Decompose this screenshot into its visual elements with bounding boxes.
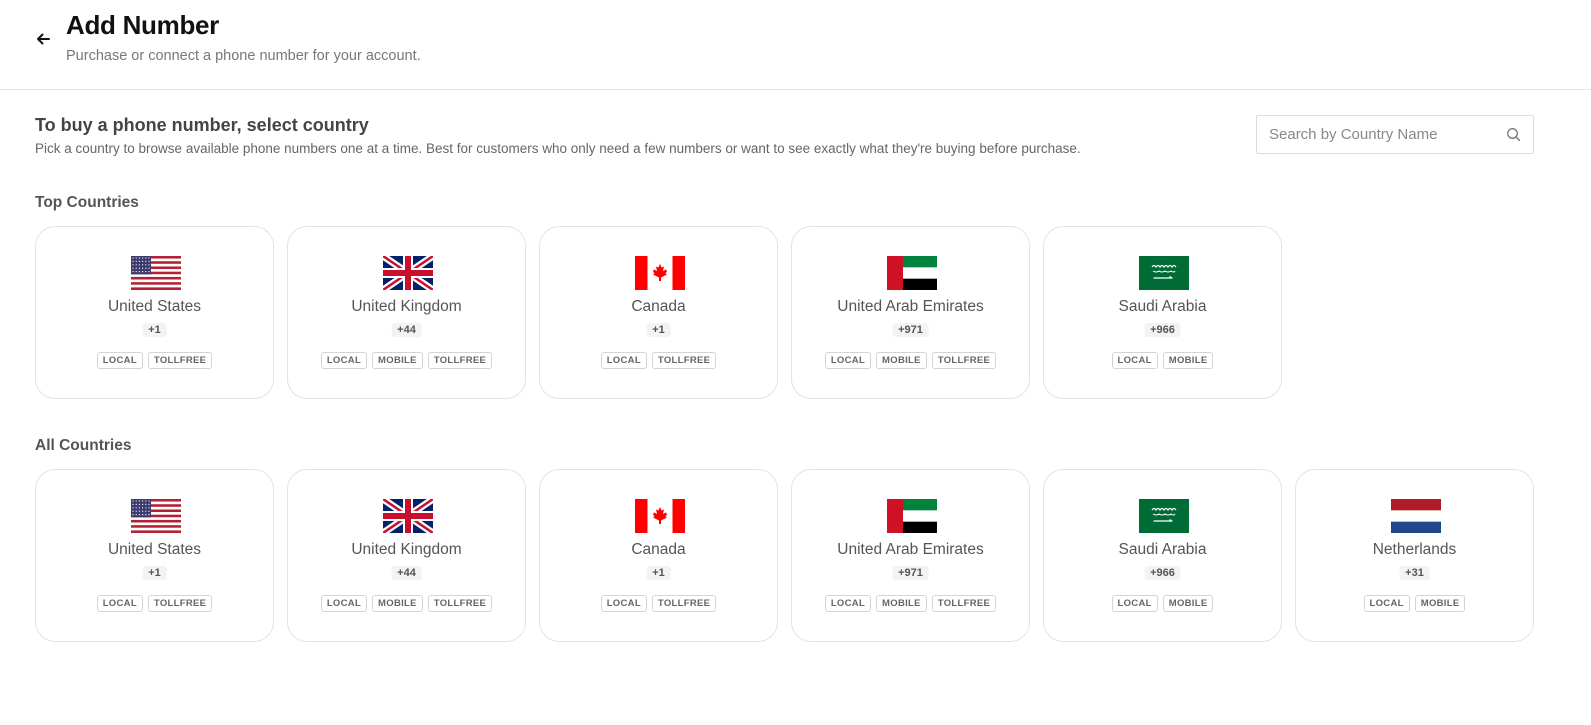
number-type-tags: LOCAL TOLLFREE xyxy=(540,595,777,612)
country-card[interactable]: United Arab Emirates +971 LOCAL MOBILE TOLLF… xyxy=(791,469,1030,642)
country-card[interactable]: Canada +1 LOCAL TOLLFREE xyxy=(539,226,778,399)
number-type-tags: LOCAL TOLLFREE xyxy=(36,352,273,369)
country-search-input[interactable] xyxy=(1269,116,1499,153)
number-type-tag: LOCAL xyxy=(96,352,143,369)
number-type-tags: LOCAL MOBILE TOLLFREE xyxy=(792,595,1029,612)
number-type-tag: MOBILE xyxy=(876,352,927,369)
country-name: Saudi Arabia xyxy=(1118,298,1207,315)
number-type-tag: MOBILE xyxy=(372,352,423,369)
dial-code-badge: +1 xyxy=(142,566,167,580)
search-icon[interactable] xyxy=(1506,127,1521,142)
number-type-tags: LOCAL MOBILE xyxy=(1044,595,1281,612)
country-search-box xyxy=(1256,115,1534,154)
number-type-tag: MOBILE xyxy=(1414,595,1466,612)
country-name: United Arab Emirates xyxy=(837,541,984,558)
intro-title: To buy a phone number, select country xyxy=(35,115,369,135)
number-type-tags: LOCAL TOLLFREE xyxy=(36,595,273,612)
number-type-tag: TOLLFREE xyxy=(931,352,997,369)
number-type-tags: LOCAL MOBILE xyxy=(1044,352,1281,369)
country-card[interactable]: United Arab Emirates +971 LOCAL MOBILE TOLLF… xyxy=(791,226,1030,399)
canada-flag-icon xyxy=(635,256,685,290)
country-card[interactable]: United States +1 LOCAL TOLLFREE xyxy=(35,469,274,642)
number-type-tags: LOCAL MOBILE xyxy=(1296,595,1533,612)
country-name: United States xyxy=(107,298,202,315)
country-card[interactable]: Saudi Arabia +966 LOCAL MOBILE xyxy=(1043,469,1282,642)
number-type-tag: TOLLFREE xyxy=(427,595,493,612)
page-title: Add Number xyxy=(66,10,220,40)
page-header: Add Number Purchase or connect a phone n… xyxy=(0,0,1591,90)
number-type-tag: MOBILE xyxy=(372,595,423,612)
number-type-tags: LOCAL MOBILE TOLLFREE xyxy=(288,595,525,612)
top-countries-row: United States +1 LOCAL TOLLFREE United King… xyxy=(35,226,1555,400)
page-subtitle: Purchase or connect a phone number for y… xyxy=(66,48,421,64)
us-flag-icon xyxy=(131,499,181,533)
number-type-tag: LOCAL xyxy=(1111,352,1158,369)
country-card[interactable]: Saudi Arabia +966 LOCAL MOBILE xyxy=(1043,226,1282,399)
country-name: United States xyxy=(107,541,202,558)
number-type-tag: TOLLFREE xyxy=(651,352,717,369)
number-type-tag: TOLLFREE xyxy=(427,352,493,369)
uk-flag-icon xyxy=(383,499,433,533)
number-type-tag: MOBILE xyxy=(876,595,927,612)
country-name: United Kingdom xyxy=(351,541,462,558)
country-card[interactable]: Canada +1 LOCAL TOLLFREE xyxy=(539,469,778,642)
top-countries-title: Top Countries xyxy=(35,194,139,211)
country-name: Saudi Arabia xyxy=(1118,541,1207,558)
us-flag-icon xyxy=(131,256,181,290)
netherlands-flag-icon xyxy=(1391,499,1441,533)
number-type-tag: LOCAL xyxy=(824,595,872,612)
number-type-tag: LOCAL xyxy=(600,352,647,369)
country-name: Canada xyxy=(631,298,686,315)
number-type-tags: LOCAL MOBILE TOLLFREE xyxy=(792,352,1029,369)
all-countries-row: United States +1 LOCAL TOLLFREE United King… xyxy=(35,469,1555,643)
country-name: Canada xyxy=(631,541,686,558)
dial-code-badge: +1 xyxy=(646,566,671,580)
saudi-flag-icon xyxy=(1139,256,1189,290)
number-type-tag: MOBILE xyxy=(1162,595,1214,612)
canada-flag-icon xyxy=(635,499,685,533)
dial-code-badge: +971 xyxy=(892,323,929,337)
number-type-tag: TOLLFREE xyxy=(147,595,213,612)
number-type-tag: TOLLFREE xyxy=(931,595,997,612)
uk-flag-icon xyxy=(383,256,433,290)
number-type-tags: LOCAL TOLLFREE xyxy=(540,352,777,369)
dial-code-badge: +966 xyxy=(1144,566,1181,580)
dial-code-badge: +1 xyxy=(646,323,671,337)
dial-code-badge: +31 xyxy=(1399,566,1430,580)
number-type-tag: LOCAL xyxy=(824,352,872,369)
number-type-tags: LOCAL MOBILE TOLLFREE xyxy=(288,352,525,369)
number-type-tag: MOBILE xyxy=(1162,352,1214,369)
dial-code-badge: +44 xyxy=(391,323,422,337)
uae-flag-icon xyxy=(887,499,937,533)
dial-code-badge: +44 xyxy=(391,566,422,580)
dial-code-badge: +966 xyxy=(1144,323,1181,337)
country-card[interactable]: United States +1 LOCAL TOLLFREE xyxy=(35,226,274,399)
intro-description: Pick a country to browse available phone… xyxy=(35,141,1081,156)
number-type-tag: LOCAL xyxy=(96,595,143,612)
number-type-tag: LOCAL xyxy=(1363,595,1410,612)
country-card[interactable]: United Kingdom +44 LOCAL MOBILE TOLLFREE xyxy=(287,469,526,642)
country-card[interactable]: United Kingdom +44 LOCAL MOBILE TOLLFREE xyxy=(287,226,526,399)
dial-code-badge: +971 xyxy=(892,566,929,580)
number-type-tag: LOCAL xyxy=(600,595,647,612)
saudi-flag-icon xyxy=(1139,499,1189,533)
all-countries-title: All Countries xyxy=(35,437,132,454)
dial-code-badge: +1 xyxy=(142,323,167,337)
back-arrow-icon[interactable] xyxy=(34,30,52,48)
number-type-tag: TOLLFREE xyxy=(147,352,213,369)
country-name: United Kingdom xyxy=(351,298,462,315)
country-name: United Arab Emirates xyxy=(837,298,984,315)
uae-flag-icon xyxy=(887,256,937,290)
number-type-tag: LOCAL xyxy=(1111,595,1158,612)
country-card[interactable]: Netherlands +31 LOCAL MOBILE xyxy=(1295,469,1534,642)
country-name: Netherlands xyxy=(1372,541,1457,558)
number-type-tag: LOCAL xyxy=(320,352,368,369)
number-type-tag: LOCAL xyxy=(320,595,368,612)
number-type-tag: TOLLFREE xyxy=(651,595,717,612)
